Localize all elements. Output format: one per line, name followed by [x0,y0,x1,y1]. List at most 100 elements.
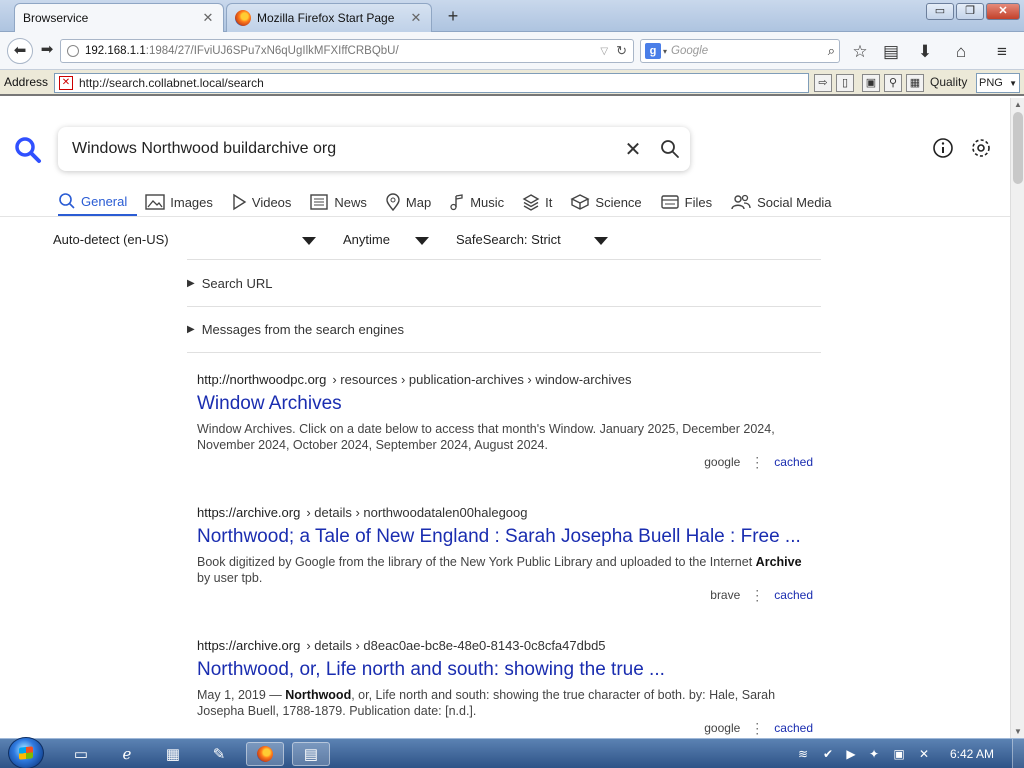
quality-select[interactable]: PNG ▼ [976,73,1020,93]
url-path: :1984/27/IFviUJ6SPu7xN6qUgIlkMFXIffCRBQb… [145,45,399,57]
back-button[interactable]: ⬅ [7,38,33,64]
home-icon[interactable]: ⌂ [950,41,972,63]
more-vert-icon: ⋮ [750,587,765,603]
tray-network-icon[interactable]: ≋ [795,746,811,762]
result-path: › resources › publication-archives › win… [332,372,632,387]
info-icon[interactable] [932,137,954,159]
close-tab-icon[interactable]: ✕ [409,10,423,26]
cached-link[interactable]: cached [774,455,813,469]
paint-taskbar-icon[interactable]: ✎ [200,742,238,766]
tab-map[interactable]: Map [385,188,441,216]
tab-label: General [81,193,128,209]
page-scrollbar[interactable]: ▲ ▼ [1010,98,1024,738]
start-button[interactable] [8,737,44,768]
result-snippet: Book digitized by Google from the librar… [197,555,802,585]
settings-gear-icon[interactable] [970,137,992,159]
tab-it[interactable]: It [522,188,562,216]
scroll-up-icon[interactable]: ▲ [1014,100,1022,109]
search-icon[interactable]: ⌕ [828,43,835,59]
engine-messages-label: Messages from the search engines [201,322,405,337]
tab-news[interactable]: News [309,188,377,216]
url-host: 192.168.1.1 [85,45,146,57]
language-select[interactable]: Auto-detect (en-US) [53,232,169,247]
tab-images[interactable]: Images [145,188,223,216]
search-url-expander[interactable]: ▶ Search URL [187,276,273,291]
tab-music[interactable]: Music [449,188,514,216]
tray-security-icon[interactable]: ✔ [820,746,836,762]
tab-label: Map [405,194,432,210]
navigation-toolbar: ⬅ ➡ 192.168.1.1 :1984/27/IFviUJ6SPu7xN6q… [0,32,1024,70]
tray-play-icon[interactable]: ▶ [843,746,859,762]
insecure-icon: ✕ [59,76,73,90]
scroll-down-icon[interactable]: ▼ [1014,727,1022,736]
dropdown-arrow-icon[interactable]: ▽ [600,46,608,57]
tab-firefox-start[interactable]: Mozilla Firefox Start Page ✕ [226,3,432,32]
save-icon[interactable]: ▣ [862,74,880,92]
time-range-select[interactable]: Anytime [343,232,390,247]
triangle-right-icon: ▶ [187,324,195,335]
result-title-link[interactable]: Window Archives [197,393,817,415]
search-input[interactable]: Windows Northwood buildarchive org ✕ [58,127,690,171]
media-taskbar-icon[interactable]: ▦ [154,742,192,766]
tab-files[interactable]: Files [660,188,722,216]
url-bar[interactable]: 192.168.1.1 :1984/27/IFviUJ6SPu7xN6qUgIl… [60,39,634,63]
result-host: https://archive.org [197,638,301,653]
hamburger-menu-icon[interactable]: ≡ [991,41,1013,63]
reload-icon[interactable]: ↻ [616,43,627,59]
search-submit-button[interactable] [650,127,690,171]
app-taskbar-icon[interactable]: ▤ [292,742,330,766]
clock[interactable]: 6:42 AM [950,747,994,761]
go-arrow-icon[interactable]: ⇨ [814,74,832,92]
tab-social-media[interactable]: Social Media [730,188,841,216]
web-search-box[interactable]: g ▾ Google ⌕ [640,39,840,63]
result-url[interactable]: https://archive.org › details › d8eac0ae-… [197,638,817,653]
explorer-taskbar-icon[interactable]: ▭ [62,742,100,766]
search-logo-icon[interactable] [14,136,42,164]
tab-browservice[interactable]: Browservice ✕ [14,3,224,32]
reading-list-icon[interactable]: ▤ [880,41,902,63]
minimize-button[interactable]: ▭ [926,3,954,20]
scrollbar-thumb[interactable] [1013,112,1023,184]
bookmark-icon[interactable]: ▯ [836,74,854,92]
engine-messages-expander[interactable]: ▶ Messages from the search engines [187,322,404,337]
clear-icon[interactable]: ✕ [616,137,650,162]
address-field[interactable]: ✕ http://search.collabnet.local/search [54,73,809,93]
image-icon [145,194,165,210]
clipboard-icon[interactable]: ▦ [906,74,924,92]
result-url[interactable]: http://northwoodpc.org › resources › publ… [197,372,817,387]
download-icon[interactable]: ⬇ [914,41,936,63]
find-icon[interactable]: ⚲ [884,74,902,92]
tray-app-icon[interactable]: ✦ [866,746,882,762]
tab-bar: Browservice ✕ Mozilla Firefox Start Page… [0,0,1024,32]
cached-link[interactable]: cached [774,721,813,735]
forward-button[interactable]: ➡ [34,38,60,64]
result-title-link[interactable]: Northwood; a Tale of New England : Sarah… [197,526,817,548]
result-url[interactable]: https://archive.org › details › northwood… [197,505,817,520]
tab-label: It [545,194,553,210]
bookmark-star-icon[interactable]: ☆ [849,41,871,63]
close-tab-icon[interactable]: ✕ [201,10,215,26]
tab-videos[interactable]: Videos [231,188,302,216]
new-tab-button[interactable]: + [442,6,464,27]
tab-general[interactable]: General [58,188,138,216]
search-query[interactable]: Windows Northwood buildarchive org [72,140,616,158]
firefox-taskbar-icon[interactable] [246,742,284,766]
tray-display-icon[interactable]: ▣ [891,746,907,762]
internet-explorer-taskbar-icon[interactable]: ℯ [108,742,146,766]
chevron-down-icon[interactable] [594,237,608,245]
maximize-button[interactable]: ❐ [956,3,984,20]
result-title-link[interactable]: Northwood, or, Life north and south: sho… [197,659,817,681]
chevron-down-icon[interactable] [415,237,429,245]
show-desktop-button[interactable] [1012,739,1024,768]
tray-volume-muted-icon[interactable]: ✕ [916,746,932,762]
tab-science[interactable]: Science [570,188,651,216]
cached-link[interactable]: cached [774,588,813,602]
chevron-down-icon[interactable] [302,237,316,245]
safesearch-select[interactable]: SafeSearch: Strict [456,232,561,247]
search-icon [59,193,75,209]
chevron-down-icon[interactable]: ▾ [663,47,667,56]
close-window-button[interactable]: ✕ [986,3,1020,20]
tab-label: Social Media [757,194,832,210]
google-engine-icon[interactable]: g [645,43,661,59]
music-note-icon [450,194,463,211]
